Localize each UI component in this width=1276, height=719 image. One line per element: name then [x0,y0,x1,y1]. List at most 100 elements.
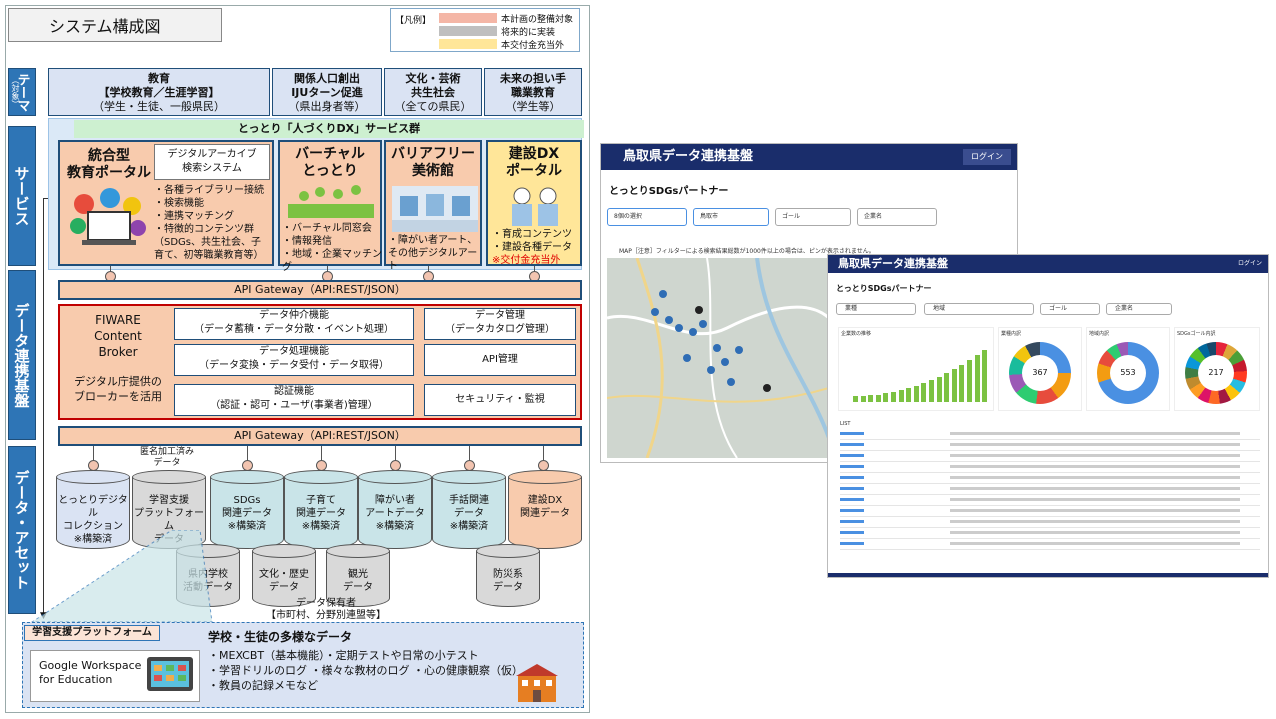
list-row-link[interactable] [840,443,864,446]
company-count-bar [982,350,988,402]
learning-data-item-1: ・MEXCBT（基本機能）・定期テストや日常の小テスト [208,649,479,662]
front-login-button[interactable]: ログイン [1238,258,1262,270]
api-gateway-bottom: API Gateway（API:REST/JSON） [58,426,582,446]
section-data-platform-label: データ連携基盤 [8,270,36,440]
asset-label-line: SDGs [233,495,261,506]
back-filter-industry[interactable]: 8個の選択 [607,208,687,226]
asset-label-line: 学習支援 [149,495,189,506]
portal-computer-icon [70,188,146,245]
section-theme-sub: （対象） [11,76,20,108]
theme-education-line2: 【学校教育／生涯学習】 [98,86,220,99]
list-row-text [950,432,1240,435]
back-filter-goal[interactable]: ゴール [775,208,851,226]
asset-label-line: データ [269,582,299,593]
virtual-title1: バーチャル [295,146,365,162]
museum-bullets: ・障がい者アート、 その他デジタルアート [388,234,484,273]
front-header: 鳥取県データ連携基盤 ログイン [828,255,1268,273]
broker-note: デジタル庁提供の ブローカーを活用 [64,374,172,404]
front-filter-industry[interactable]: 業種 [836,303,916,315]
back-filter-company[interactable]: 企業名 [857,208,937,226]
virtual-title2: とっとり [302,163,358,179]
theme-education-line3: （学生・生徒、一般県民） [93,100,225,113]
asset-label: SDGs 関連データ ※構築済 [210,494,284,533]
portal-bullet-3: ・連携マッチング [154,211,234,222]
back-filter-region[interactable]: 鳥取市 [693,208,769,226]
virtual-people-icon [288,185,374,218]
asset-label-line: ※構築済 [449,521,489,532]
asset-cylinder: 手話関連 データ ※構築済 [432,470,506,552]
panel-company-count-title: 企業数の推移 [841,331,872,337]
company-count-bar [883,393,889,402]
archive-search-box: デジタルアーカイブ 検索システム [154,144,270,180]
list-row-text [950,454,1240,457]
service-museum: バリアフリー 美術館 ・障がい者アート、 その他デジタルアート [384,140,482,272]
panel-region: 地域内訳 553 [1086,327,1170,411]
list-row-link[interactable] [840,432,864,435]
panel-industry-title: 業種内訳 [1001,331,1022,337]
list-row-divider [840,494,1260,495]
asset-cylinder: 建設DX 関連データ [508,470,582,552]
anon-label2: データ [153,458,181,468]
portal-bullet-2: ・検索機能 [154,198,204,209]
list-row-divider [840,527,1260,528]
asset-label-line: 関連データ [296,508,346,519]
asset-cylinder: 子育て 関連データ ※構築済 [284,470,358,552]
function-auth-title: 認証機能 [274,386,314,397]
company-count-bar [944,373,950,402]
list-row-divider [840,516,1260,517]
asset-cylinder: 障がい者 アートデータ ※構築済 [358,470,432,552]
list-row-link[interactable] [840,542,864,545]
workspace-line1: Google Workspace [39,659,142,672]
list-row-link[interactable] [840,498,864,501]
list-row-link[interactable] [840,487,864,490]
learning-platform-tag: 学習支援プラットフォーム [24,625,160,641]
cylinder-top [476,544,540,558]
list-row-link[interactable] [840,520,864,523]
theme-relations-line3: （県出身者等） [288,100,366,113]
back-header: 鳥取県データ連携基盤 ログイン [601,144,1017,170]
theme-future-line2: 職業教育 [511,86,555,99]
asset-label-line: 子育て [306,495,336,506]
legend-label-target: 本計画の整備対象 [501,15,574,25]
tablet-icon [147,657,193,691]
museum-title1: バリアフリー [391,146,475,162]
theme-relations-line2: IJUターン促進 [291,86,363,99]
portal-bullet-1: ・各種ライブラリー接続 [154,185,264,196]
service-banner: とっとり「人づくりDX」サービス群 [74,120,584,138]
asset-label-line: 関連データ [222,508,272,519]
front-filter-goal[interactable]: ゴール [1040,303,1100,315]
theme-future: 未来の担い手 職業教育 （学生等） [484,68,582,116]
list-row-link[interactable] [840,465,864,468]
front-filter-region[interactable]: 地域 [924,303,1034,315]
asset-label-line: データ [343,582,373,593]
front-filter-company[interactable]: 企業名 [1106,303,1172,315]
back-map[interactable] [607,258,829,458]
mgmt-data-sub: （データカタログ管理） [445,324,555,335]
virtual-bullets: ・バーチャル同窓会 ・情報発信 ・地域・企業マッチング [282,222,384,274]
list-row-link[interactable] [840,454,864,457]
legend-header: 【凡例】 [395,16,432,26]
list-row-divider [840,439,1260,440]
service-portal: 統合型 教育ポータル デジタルアーカイブ 検索システム ・各種ライブラリー接続 … [58,140,274,266]
learning-data-wedge [30,530,213,623]
theme-culture: 文化・芸術 共生社会 （全ての県民） [384,68,482,116]
service-virtual: バーチャル とっとり ・バーチャル同窓会 ・情報発信 ・地域・企業マッチング [278,140,382,273]
list-row-link[interactable] [840,509,864,512]
asset-label-line: 文化・歴史 [259,569,309,580]
asset-label-line: 防災系 [493,569,523,580]
asset-label-line: 手話関連 [449,495,489,506]
mgmt-api-title: API管理 [482,354,518,365]
company-count-bar [860,396,866,402]
legend-label-excluded: 本交付金充当外 [501,41,565,51]
back-login-button[interactable]: ログイン [963,149,1011,165]
list-row-link[interactable] [840,476,864,479]
list-row-text [950,465,1240,468]
portal-bullet-4: ・特徴的コンテンツ群 [154,224,254,235]
construction-workers-icon [512,187,558,226]
museum-bullet-1: ・障がい者アート、 [388,235,478,246]
list-row-link[interactable] [840,531,864,534]
portal-bullets: ・各種ライブラリー接続 ・検索機能 ・連携マッチング ・特徴的コンテンツ群 （S… [154,184,274,262]
data-holder-label: データ保有者 【市町村、分野別連盟等】 [266,598,386,622]
list-row-text [950,542,1240,545]
list-row-text [950,509,1240,512]
